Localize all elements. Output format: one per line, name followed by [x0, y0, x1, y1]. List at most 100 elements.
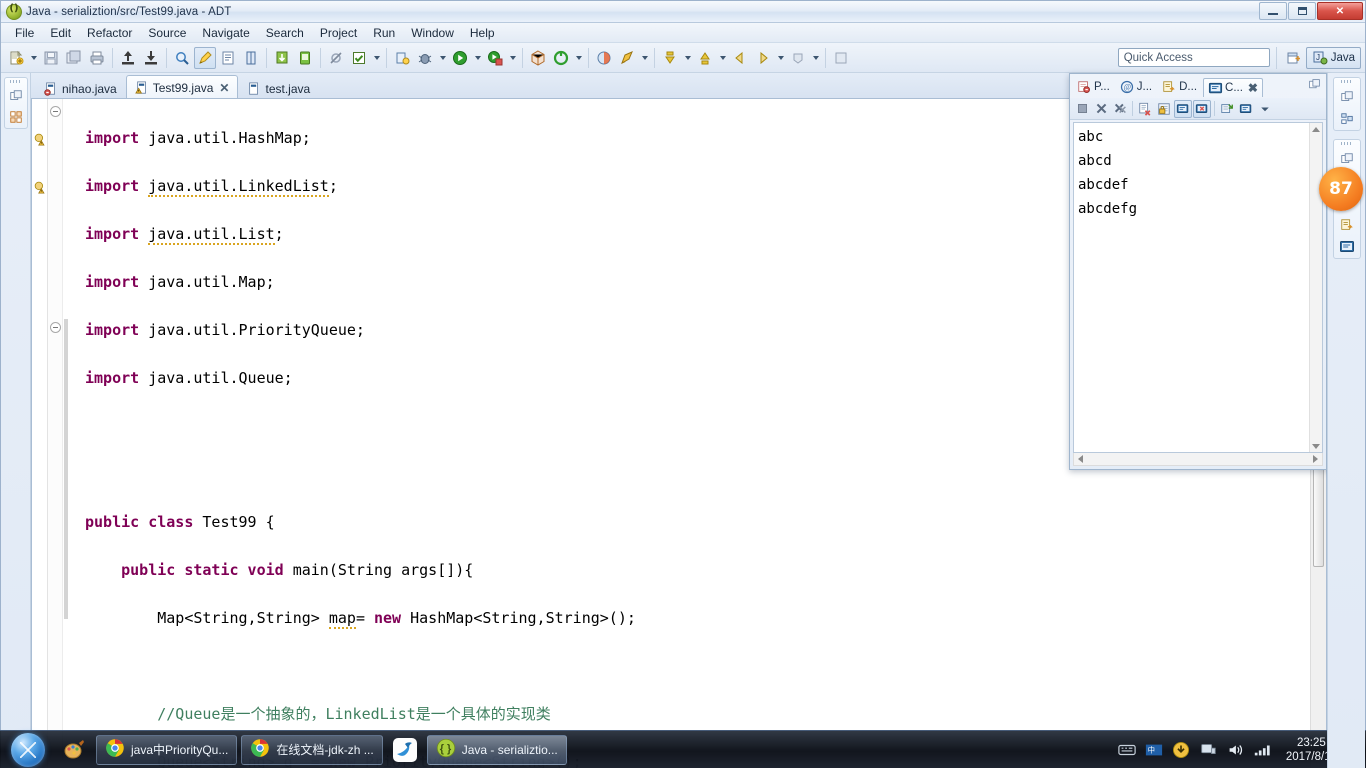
- remove-launch-button[interactable]: [1092, 100, 1110, 118]
- menu-window[interactable]: Window: [403, 24, 462, 42]
- menu-help[interactable]: Help: [462, 24, 503, 42]
- menu-project[interactable]: Project: [312, 24, 365, 42]
- restore-button[interactable]: [1288, 2, 1316, 20]
- editor-tab-test99[interactable]: Test99.java ✕: [125, 75, 239, 99]
- new-java-package-button[interactable]: [527, 47, 549, 69]
- terminate-button[interactable]: [1073, 100, 1091, 118]
- console-vertical-scrollbar[interactable]: [1309, 123, 1322, 452]
- fold-collapse-icon[interactable]: [50, 106, 61, 117]
- input-method-icon[interactable]: 中: [1145, 741, 1163, 759]
- run-dropdown[interactable]: [472, 47, 483, 69]
- save-all-button[interactable]: [63, 47, 85, 69]
- console-output-text[interactable]: abc abcd abcdef abcdefg: [1074, 123, 1309, 452]
- taskbar-item-eclipse[interactable]: { } Java - serializtio...: [426, 734, 567, 765]
- console-horizontal-scrollbar[interactable]: [1073, 453, 1323, 466]
- remove-all-terminated-button[interactable]: [1111, 100, 1129, 118]
- save-button[interactable]: [40, 47, 62, 69]
- build-button[interactable]: [194, 46, 216, 69]
- run-coverage-dropdown[interactable]: [507, 47, 518, 69]
- menu-refactor[interactable]: Refactor: [79, 24, 140, 42]
- android-virtual-device-button[interactable]: [616, 47, 638, 69]
- debug-as-button[interactable]: [414, 47, 436, 69]
- new-wizard-dropdown[interactable]: [28, 47, 39, 69]
- open-task-button[interactable]: [271, 47, 293, 69]
- import-button[interactable]: [140, 47, 162, 69]
- clear-console-button[interactable]: [1136, 100, 1154, 118]
- menu-navigate[interactable]: Navigate: [194, 24, 257, 42]
- quick-launch-paint[interactable]: [54, 732, 94, 768]
- print-button[interactable]: [86, 47, 108, 69]
- perspective-java-button[interactable]: J Java: [1305, 46, 1361, 69]
- declaration-icon[interactable]: [1338, 216, 1356, 234]
- new-wizard-button[interactable]: [5, 47, 27, 69]
- warning-marker-icon[interactable]: [34, 133, 47, 146]
- fold-collapse-icon[interactable]: [50, 322, 61, 333]
- previous-annotation-button[interactable]: [694, 47, 716, 69]
- restore-view-icon[interactable]: [1338, 150, 1356, 168]
- menu-source[interactable]: Source: [140, 24, 194, 42]
- keyboard-icon[interactable]: [1118, 741, 1136, 759]
- view-tab-javadoc[interactable]: @ J...: [1116, 78, 1156, 96]
- update-icon[interactable]: [1172, 741, 1190, 759]
- forward-button[interactable]: [752, 47, 774, 69]
- notification-badge[interactable]: 87: [1319, 167, 1363, 211]
- scroll-left-arrow[interactable]: [1074, 453, 1087, 465]
- scroll-up-arrow[interactable]: [1310, 123, 1322, 135]
- close-icon[interactable]: ✖: [1248, 81, 1258, 95]
- run-last-tool-dropdown[interactable]: [371, 47, 382, 69]
- view-menu-button[interactable]: [1256, 100, 1274, 118]
- view-tab-problems[interactable]: P...: [1073, 78, 1114, 96]
- editor-tab-test[interactable]: test.java: [238, 77, 319, 99]
- last-edit-dropdown[interactable]: [810, 47, 821, 69]
- network-icon[interactable]: [1199, 741, 1217, 759]
- menu-run[interactable]: Run: [365, 24, 403, 42]
- display-selected-console-button[interactable]: [1237, 100, 1255, 118]
- console-icon[interactable]: [1338, 238, 1356, 256]
- minimize-button[interactable]: [1259, 2, 1287, 20]
- marker-ruler[interactable]: [32, 99, 48, 768]
- scroll-lock-button[interactable]: [1155, 100, 1173, 118]
- forward-dropdown[interactable]: [775, 47, 786, 69]
- open-console-button[interactable]: [1218, 100, 1236, 118]
- windows-start-button[interactable]: [2, 732, 54, 768]
- signal-icon[interactable]: [1253, 741, 1271, 759]
- next-annotation-button[interactable]: [659, 47, 681, 69]
- folding-ruler[interactable]: [48, 99, 63, 768]
- export-button[interactable]: [117, 47, 139, 69]
- run-button[interactable]: [449, 47, 471, 69]
- view-tab-console[interactable]: C... ✖: [1203, 77, 1263, 97]
- close-icon[interactable]: ✕: [219, 81, 229, 95]
- show-console-on-error-button[interactable]: [1193, 99, 1211, 118]
- quick-access-input[interactable]: Quick Access: [1117, 48, 1270, 67]
- package-explorer-icon[interactable]: [7, 108, 25, 126]
- restore-view-icon[interactable]: [1338, 88, 1356, 106]
- new-android-project-button[interactable]: [391, 47, 413, 69]
- back-button[interactable]: [729, 47, 751, 69]
- android-sdk-manager-button[interactable]: [294, 47, 316, 69]
- next-annotation-dropdown[interactable]: [682, 47, 693, 69]
- restore-view-icon[interactable]: [7, 87, 25, 105]
- console-output-area[interactable]: abc abcd abcdef abcdefg: [1073, 122, 1323, 453]
- taskbar-item-chrome-1[interactable]: java中PriorityQu...: [96, 734, 238, 765]
- menu-search[interactable]: Search: [258, 24, 312, 42]
- last-edit-location-button[interactable]: [787, 47, 809, 69]
- run-last-tool-button[interactable]: [348, 47, 370, 69]
- menu-file[interactable]: File: [7, 24, 42, 42]
- menu-edit[interactable]: Edit: [42, 24, 79, 42]
- debug-dropdown[interactable]: [437, 47, 448, 69]
- new-java-class-button[interactable]: [550, 47, 572, 69]
- show-console-on-output-button[interactable]: [1174, 99, 1192, 118]
- taskbar-item-chrome-2[interactable]: 在线文档-jdk-zh ...: [241, 734, 383, 765]
- open-type-button[interactable]: [217, 47, 239, 69]
- previous-annotation-dropdown[interactable]: [717, 47, 728, 69]
- outline-icon[interactable]: [1338, 110, 1356, 128]
- skip-breakpoints-button[interactable]: [325, 47, 347, 69]
- maximize-view-button[interactable]: [1308, 78, 1322, 92]
- close-button[interactable]: ✕: [1317, 2, 1363, 20]
- scroll-down-arrow[interactable]: [1310, 440, 1322, 452]
- view-tab-declaration[interactable]: D...: [1158, 78, 1201, 96]
- scroll-right-arrow[interactable]: [1309, 453, 1322, 465]
- new-java-class-dropdown[interactable]: [573, 47, 584, 69]
- volume-icon[interactable]: [1226, 741, 1244, 759]
- run-coverage-button[interactable]: [484, 47, 506, 69]
